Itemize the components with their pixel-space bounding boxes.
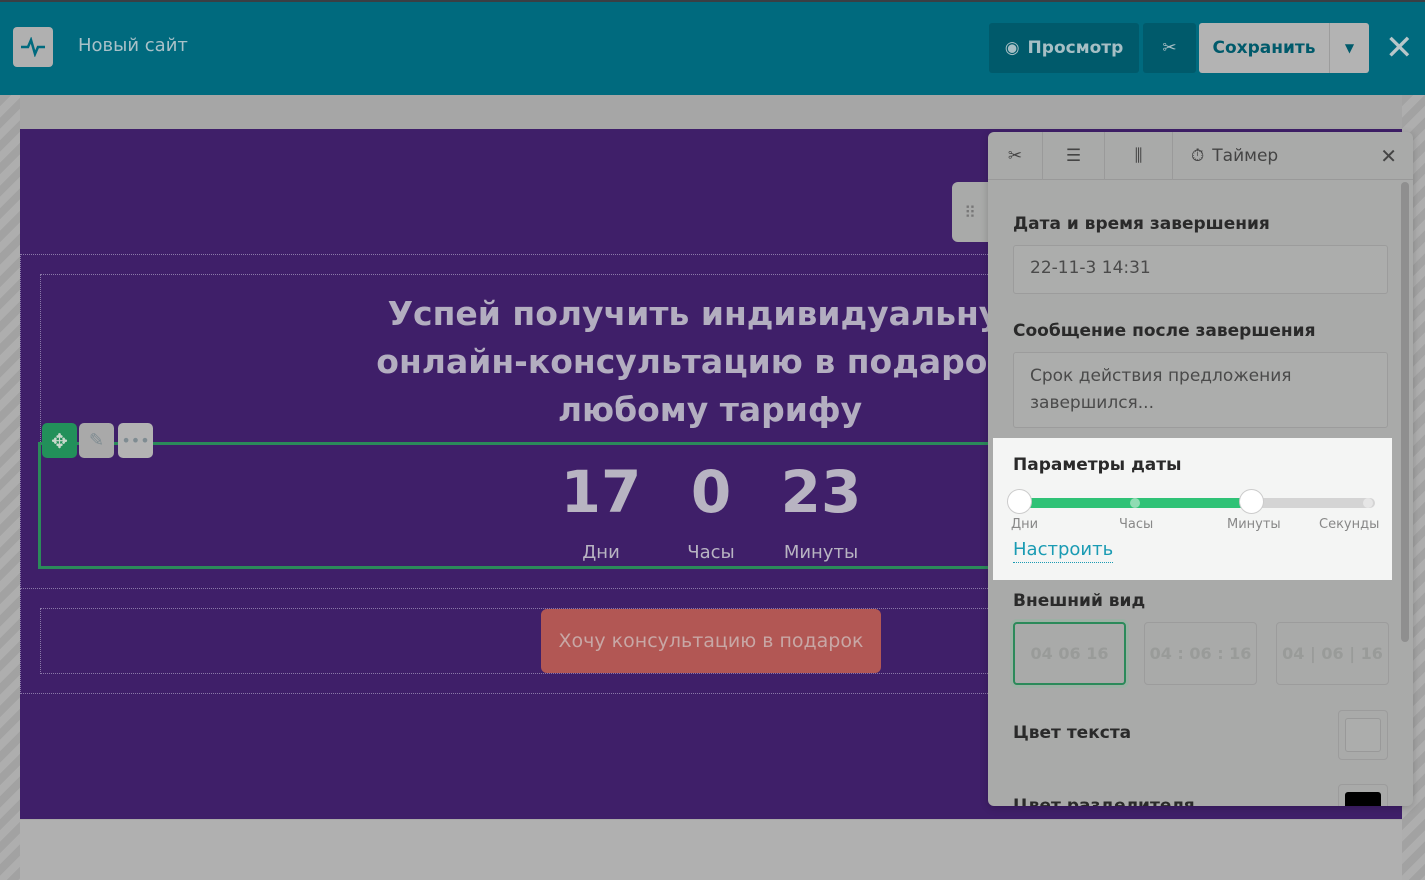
slider-handle-end[interactable] <box>1239 489 1264 514</box>
app-logo-icon[interactable] <box>13 27 53 67</box>
block-tab-icon[interactable]: ⫼ <box>1105 132 1173 180</box>
end-message-textarea[interactable]: Срок действия предложения завершился... <box>1013 352 1388 428</box>
section-tab-icon[interactable]: ☰ <box>1043 132 1105 180</box>
design-tab-icon[interactable]: ✂ <box>988 132 1043 180</box>
divider-color-label: Цвет разделителя <box>1013 796 1195 806</box>
headline[interactable]: Успей получить индивидуальную онлайн-кон… <box>360 290 1060 434</box>
tab-timer[interactable]: ⏱ Таймер <box>1173 132 1296 180</box>
slider-label-minutes: Минуты <box>1227 517 1281 532</box>
timer-hours-value: 0 <box>690 458 732 526</box>
slider-stop-dot <box>1130 498 1140 508</box>
timer-minutes-value: 23 <box>780 458 862 526</box>
slider-label-days: Дни <box>1011 517 1039 532</box>
canvas-area <box>20 95 1402 129</box>
eye-icon: ◉ <box>1004 38 1020 58</box>
style-option-divider[interactable]: 04 | 06 | 16 <box>1276 622 1389 685</box>
timer-days-value: 17 <box>560 458 642 526</box>
save-button[interactable]: Сохранить <box>1199 23 1329 73</box>
more-options-icon[interactable]: ••• <box>118 423 153 458</box>
pencil-icon[interactable]: ✎ <box>79 423 114 458</box>
design-tools-button[interactable]: ✂ <box>1143 23 1196 73</box>
slider-stop-dot <box>1363 498 1373 508</box>
magic-wand-icon: ✂ <box>1162 38 1177 58</box>
caret-down-icon: ▼ <box>1344 41 1355 55</box>
canvas-margin <box>0 95 20 880</box>
panel-drag-handle-icon[interactable]: ⠿ <box>952 182 988 242</box>
canvas-area <box>20 820 1402 880</box>
slider-label-seconds: Секунды <box>1319 517 1380 532</box>
appearance-label: Внешний вид <box>1013 591 1146 611</box>
date-params-label: Параметры даты <box>1013 455 1182 475</box>
cta-button[interactable]: Хочу консультацию в подарок <box>541 609 881 673</box>
date-params-section: Параметры даты Дни Часы Минуты Секунды Н… <box>993 438 1392 580</box>
style-option-spaced[interactable]: 04 06 16 <box>1013 622 1126 685</box>
slider-handle-start[interactable] <box>1007 489 1032 514</box>
text-color-label: Цвет текста <box>1013 723 1132 743</box>
panel-breadcrumb-tabs: ✂ ☰ ⫼ ⏱ Таймер ✕ <box>988 132 1413 180</box>
preview-button[interactable]: ◉ Просмотр <box>989 23 1139 73</box>
end-date-input[interactable]: 22-11-3 14:31 <box>1013 245 1388 294</box>
configure-link[interactable]: Настроить <box>1013 539 1114 563</box>
divider-color-swatch[interactable] <box>1338 784 1388 806</box>
panel-scrollbar[interactable] <box>1401 182 1409 642</box>
save-dropdown-button[interactable]: ▼ <box>1329 23 1369 73</box>
style-option-colon[interactable]: 04 : 06 : 16 <box>1144 622 1257 685</box>
end-date-label: Дата и время завершения <box>1013 214 1270 234</box>
stopwatch-icon: ⏱ <box>1191 145 1205 166</box>
timer-days-label: Дни <box>582 542 620 563</box>
timer-minutes-label: Минуты <box>783 542 859 563</box>
close-panel-icon[interactable]: ✕ <box>1380 144 1397 168</box>
close-editor-button[interactable]: ✕ <box>1385 28 1414 68</box>
site-title[interactable]: Новый сайт <box>78 35 188 56</box>
slider-label-hours: Часы <box>1119 517 1154 532</box>
move-handle-icon[interactable]: ✥ <box>42 423 77 458</box>
timer-hours-label: Часы <box>687 542 735 563</box>
text-color-swatch[interactable] <box>1338 710 1388 760</box>
end-message-label: Сообщение после завершения <box>1013 321 1316 341</box>
